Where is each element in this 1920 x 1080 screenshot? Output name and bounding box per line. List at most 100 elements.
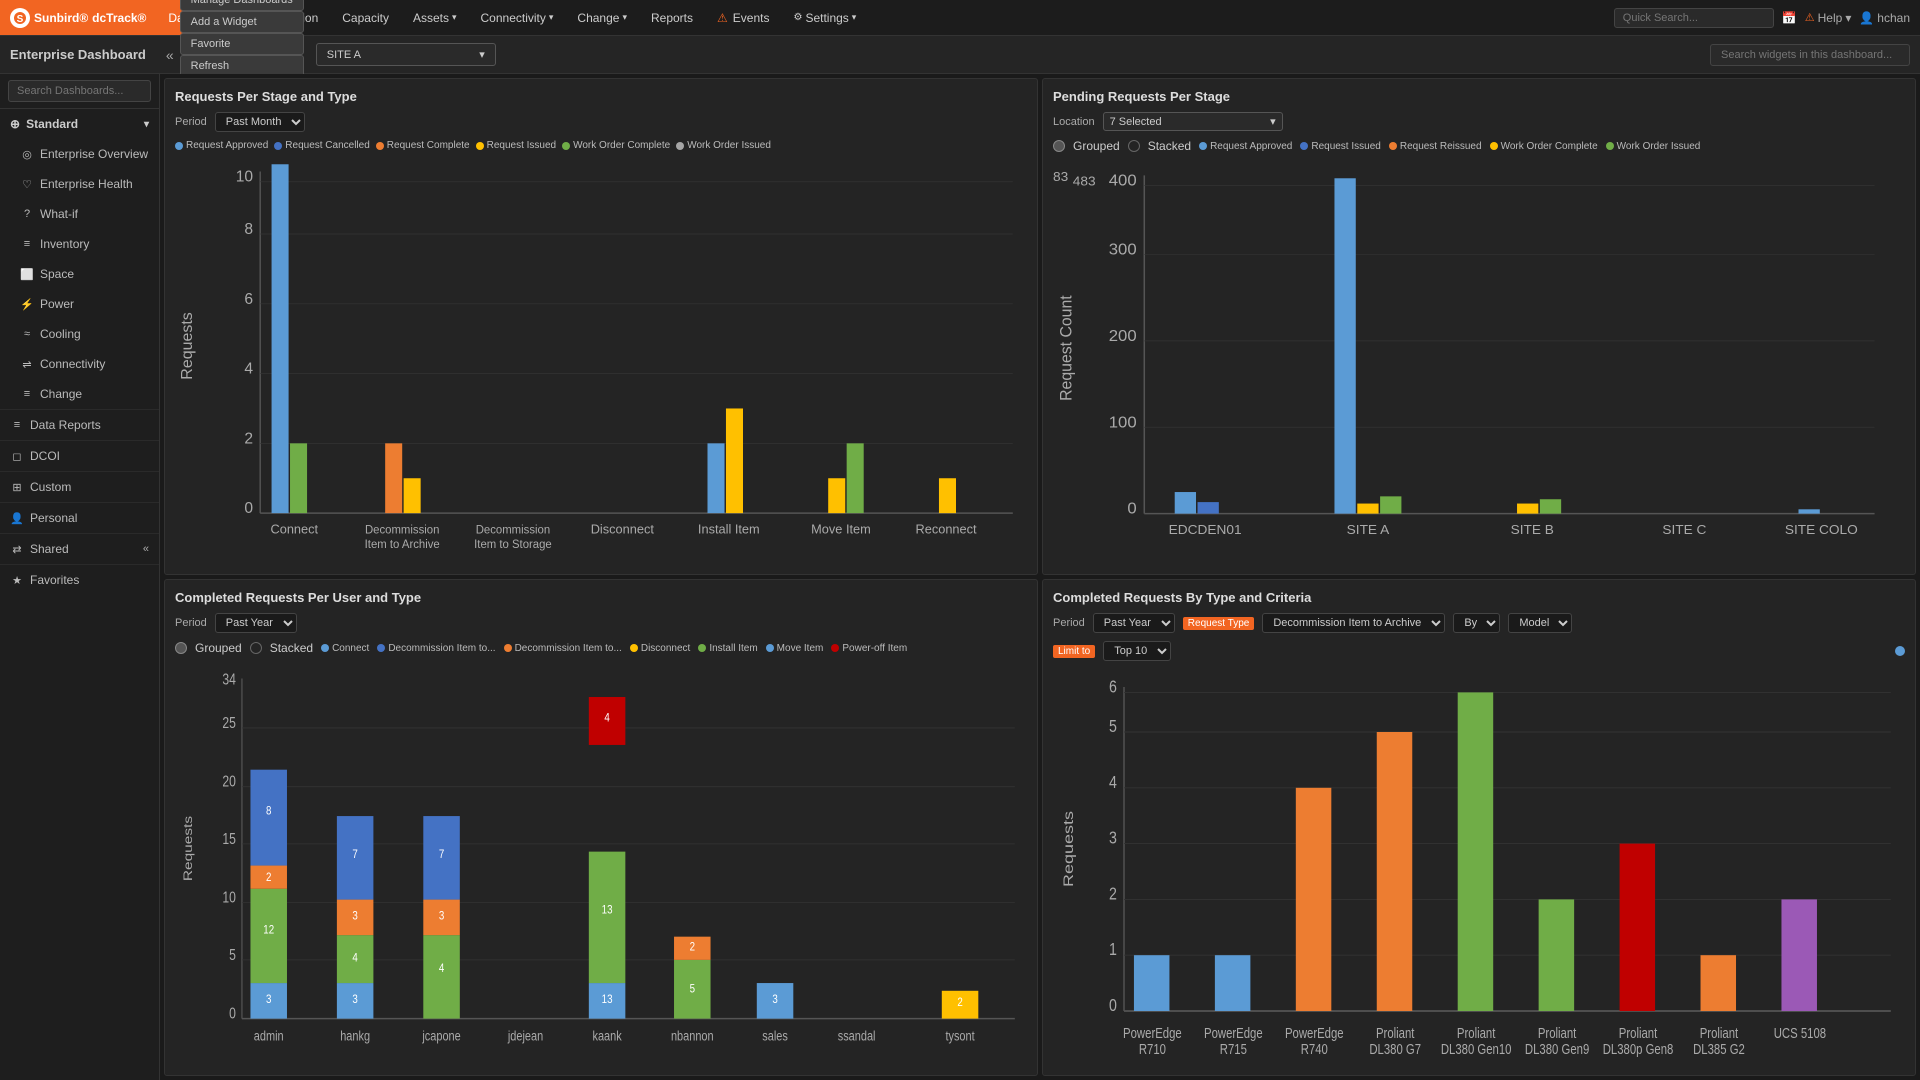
sidebar-item-shared[interactable]: ⇄ Shared « <box>0 534 159 565</box>
nav-item-reports[interactable]: Reports <box>639 0 705 35</box>
svg-text:PowerEdge: PowerEdge <box>1285 1025 1344 1042</box>
svg-text:6: 6 <box>244 291 253 308</box>
power-label: Power <box>40 297 74 311</box>
svg-text:Item to Storage: Item to Storage <box>474 539 552 551</box>
enterprise-health-label: Enterprise Health <box>40 177 133 191</box>
global-search[interactable] <box>1614 8 1774 28</box>
location-select[interactable]: 7 Selected ▾ <box>1103 112 1283 131</box>
shared-label: Shared <box>30 542 69 556</box>
sidebar-item-favorites[interactable]: ★ Favorites <box>0 565 159 595</box>
svg-text:hankg: hankg <box>340 1028 370 1044</box>
sidebar-item-custom[interactable]: ⊞ Custom <box>0 472 159 503</box>
sidebar-item-space[interactable]: ⬜ Space <box>0 259 159 289</box>
svg-text:100: 100 <box>1109 414 1137 431</box>
sidebar-item-inventory[interactable]: ≡ Inventory <box>0 229 159 259</box>
svg-text:Move Item: Move Item <box>811 521 871 536</box>
svg-text:4: 4 <box>439 962 444 975</box>
svg-text:0: 0 <box>1127 500 1136 517</box>
logo[interactable]: S Sunbird® dcTrack® <box>0 0 156 35</box>
svg-text:Proliant: Proliant <box>1457 1025 1496 1042</box>
shared-icon: ⇄ <box>10 543 24 556</box>
nav-item-events[interactable]: ⚠Events <box>705 0 781 35</box>
request-type-badge: Request Type <box>1183 617 1255 630</box>
svg-text:0: 0 <box>229 1004 236 1022</box>
decommission-select[interactable]: Decommission Item to Archive <box>1262 613 1445 633</box>
svg-text:5: 5 <box>229 945 236 963</box>
user-menu[interactable]: 👤 hchan <box>1859 11 1910 25</box>
pending-radio-legend: Grouped Stacked Request Approved Request… <box>1053 139 1905 153</box>
period-select-3[interactable]: Past Year <box>215 613 297 633</box>
widget-search[interactable] <box>1710 44 1910 66</box>
data-reports-icon: ≡ <box>10 419 24 431</box>
sidebar-item-connectivity[interactable]: ⇌ Connectivity <box>0 349 159 379</box>
svg-text:2: 2 <box>266 871 271 884</box>
period-label-4: Period <box>1053 617 1085 629</box>
sidebar-item-dcoi[interactable]: ◻ DCOI <box>0 441 159 472</box>
svg-text:Item to Archive: Item to Archive <box>365 539 440 551</box>
svg-text:8: 8 <box>244 221 253 238</box>
legend-requests: Request Approved Request Cancelled Reque… <box>175 140 1027 151</box>
content-area: Requests Per Stage and Type Period Past … <box>160 74 1920 1080</box>
location-label: Location <box>1053 116 1095 128</box>
panel-requests-title: Requests Per Stage and Type <box>175 89 1027 104</box>
stacked-radio-3: Stacked <box>250 641 313 655</box>
standard-icon: ⊕ <box>10 117 20 131</box>
change-label: Change <box>40 387 82 401</box>
stacked-label: Stacked <box>1148 139 1191 153</box>
period-select-1[interactable]: Past Month <box>215 112 305 132</box>
svg-text:jcapone: jcapone <box>422 1028 461 1044</box>
sidebar-item-change[interactable]: ≡ Change <box>0 379 159 409</box>
sidebar-item-enterprise-health[interactable]: ♡ Enterprise Health <box>0 169 159 199</box>
svg-text:15: 15 <box>222 829 236 847</box>
svg-text:1: 1 <box>1109 940 1117 960</box>
sidebar-item-data-reports[interactable]: ≡ Data Reports <box>0 410 159 441</box>
sidebar-item-power[interactable]: ⚡ Power <box>0 289 159 319</box>
model-select[interactable]: Model <box>1508 613 1572 633</box>
nav-item-connectivity[interactable]: Connectivity ▾ <box>469 0 566 35</box>
svg-text:3: 3 <box>352 993 357 1006</box>
svg-text:34: 34 <box>222 670 236 688</box>
period-label-3: Period <box>175 617 207 629</box>
help-btn[interactable]: ⚠ Help ▾ <box>1805 11 1852 25</box>
sidebar-item-cooling[interactable]: ≈ Cooling <box>0 319 159 349</box>
sidebar-item-personal[interactable]: 👤 Personal <box>0 503 159 534</box>
site-select[interactable]: SITE A ▾ <box>316 43 496 66</box>
svg-text:Install Item: Install Item <box>698 521 760 536</box>
sidebar-search-input[interactable] <box>8 80 151 102</box>
nav-item-settings[interactable]: ⚙ Settings ▾ <box>781 0 868 35</box>
favorite-button[interactable]: Favorite <box>180 33 304 55</box>
dcoi-icon: ◻ <box>10 450 24 463</box>
manage-dashboards-button[interactable]: Manage Dashboards <box>180 0 304 11</box>
svg-text:5: 5 <box>1109 716 1117 736</box>
what-if-icon: ? <box>20 208 34 220</box>
svg-text:nbannon: nbannon <box>671 1028 714 1044</box>
svg-text:Reconnect: Reconnect <box>916 521 977 536</box>
svg-text:ssandal: ssandal <box>838 1028 876 1044</box>
svg-text:10: 10 <box>236 169 254 186</box>
svg-text:Connect: Connect <box>270 521 318 536</box>
svg-text:sales: sales <box>762 1028 788 1044</box>
nav-item-capacity[interactable]: Capacity <box>330 0 401 35</box>
calendar-icon[interactable]: 📅 <box>1782 11 1797 25</box>
svg-text:PowerEdge: PowerEdge <box>1204 1025 1263 1042</box>
by-select[interactable]: By <box>1453 613 1500 633</box>
svg-text:DL380 G7: DL380 G7 <box>1369 1041 1421 1058</box>
sidebar-item-enterprise-overview[interactable]: ◎ Enterprise Overview <box>0 139 159 169</box>
shared-collapse-icon[interactable]: « <box>143 543 149 555</box>
period-select-4[interactable]: Past Year <box>1093 613 1175 633</box>
nav-item-change[interactable]: Change ▾ <box>565 0 639 35</box>
limit-select[interactable]: Top 10 <box>1103 641 1171 661</box>
custom-label: Custom <box>30 480 71 494</box>
collapse-btn[interactable]: « <box>166 47 174 63</box>
custom-icon: ⊞ <box>10 481 24 494</box>
add-widget-button[interactable]: Add a Widget <box>180 11 304 33</box>
blue-dot-indicator <box>1895 646 1905 656</box>
svg-text:483: 483 <box>1073 174 1096 189</box>
chart-area-2: 0 100 200 300 400 483 Request Count EDCD… <box>1053 161 1905 564</box>
sidebar-item-what-if[interactable]: ? What-if <box>0 199 159 229</box>
location-caret: ▾ <box>1270 115 1276 128</box>
panel-pending-title: Pending Requests Per Stage <box>1053 89 1905 104</box>
sidebar-section-header-standard[interactable]: ⊕ Standard ▾ <box>0 109 159 139</box>
nav-item-assets[interactable]: Assets ▾ <box>401 0 469 35</box>
svg-text:4: 4 <box>604 712 609 725</box>
